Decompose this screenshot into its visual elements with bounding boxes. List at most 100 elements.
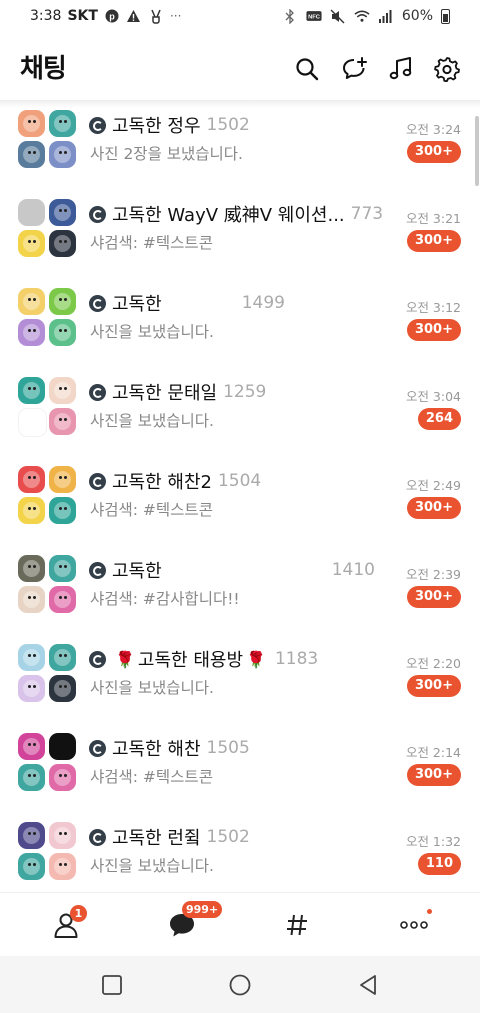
scrollbar[interactable]: [475, 116, 479, 186]
new-chat-icon[interactable]: [342, 56, 368, 82]
last-message-time: 오전 3:04: [405, 389, 461, 404]
avatar: [18, 408, 47, 437]
chat-room-item[interactable]: 고독한 1499 사진을 보냈습니다. 오전 3:12 300+: [0, 282, 480, 371]
avatar: [18, 230, 45, 257]
battery-percent: 60%: [401, 8, 433, 24]
avatar: [49, 319, 76, 346]
avatar: [18, 377, 45, 404]
chat-room-avatar-group: [18, 466, 76, 524]
chat-room-item[interactable]: 고독한 문태일 1259 사진을 보냈습니다. 오전 3:04 264: [0, 371, 480, 460]
chat-room-avatar-group: [18, 199, 76, 257]
avatar: [18, 319, 45, 346]
status-bar-left: 3:38 SKT p ···: [30, 8, 181, 24]
chat-room-item[interactable]: 고독한 해찬 1505 샤검색: #텍스트콘 오전 2:14 300+: [0, 727, 480, 816]
member-count: 1505: [206, 738, 250, 758]
back-icon[interactable]: [355, 972, 381, 998]
member-count: 1410: [331, 560, 375, 580]
app-header: 채팅: [0, 36, 480, 100]
chat-room-item[interactable]: 고독한 런쥨 1502 사진을 보냈습니다. 오전 1:32 110: [0, 816, 480, 892]
last-message-preview: 사진을 보냈습니다.: [90, 323, 214, 341]
chat-list[interactable]: 고독한 정우 1502 사진 2장을 보냈습니다. 오전 3:24 300+ 고독한 Wa…: [0, 104, 480, 892]
avatar: [49, 199, 76, 226]
status-bar-right: NFC 60%: [282, 8, 450, 24]
hashtag-icon: [287, 914, 307, 936]
search-icon[interactable]: [294, 56, 320, 82]
open-chat-icon: [89, 383, 106, 401]
chats-badge: 999+: [182, 901, 223, 918]
avatar: [18, 199, 45, 226]
recent-apps-icon[interactable]: [99, 972, 125, 998]
svg-text:p: p: [109, 12, 115, 22]
member-count: 773: [350, 204, 384, 224]
chat-room-name: 고독한: [112, 561, 162, 582]
member-count: 1504: [217, 471, 262, 491]
member-count: 1183: [274, 649, 319, 669]
music-icon[interactable]: [388, 56, 414, 82]
tab-friends[interactable]: 1: [46, 905, 87, 943]
chat-room-title-line: 고독한 WayV 威神V 웨이션... 773: [89, 201, 389, 227]
unread-count-badge: 300+: [406, 141, 461, 163]
chat-room-item[interactable]: 고독한 해찬2 1504 샤검색: #텍스트콘 오전 2:49 300+: [0, 460, 480, 549]
avatar: [49, 141, 76, 168]
more-icon: [400, 921, 428, 929]
last-message-time: 오전 3:12: [405, 300, 461, 315]
last-message-time: 오전 2:20: [405, 656, 461, 671]
tab-more[interactable]: [394, 907, 434, 943]
avatar: [49, 586, 76, 613]
last-message-time: 오전 2:39: [405, 567, 461, 582]
chat-room-name: 고독한: [112, 294, 162, 315]
chat-room-title-line: 고독한 런쥨 1502: [89, 824, 389, 850]
unread-count-badge: 110: [417, 853, 461, 875]
status-time: 3:38: [30, 8, 62, 24]
settings-icon[interactable]: [434, 56, 460, 83]
last-message-time: 오전 1:32: [405, 834, 461, 849]
unread-count-badge: 264: [417, 408, 461, 430]
tab-chats[interactable]: 999+: [162, 901, 223, 943]
avatar: [18, 555, 45, 582]
avatar: [18, 110, 45, 137]
avatar: [18, 853, 45, 880]
open-chat-icon: [89, 294, 106, 312]
chat-room-avatar-group: [18, 733, 76, 791]
unread-count-badge: 300+: [406, 675, 461, 697]
chat-room-item[interactable]: 고독한 1410 샤검색: #감사합니다!! 오전 2:39 300+: [0, 549, 480, 638]
status-carrier: SKT: [67, 8, 98, 24]
chat-room-item[interactable]: 고독한 정우 1502 사진 2장을 보냈습니다. 오전 3:24 300+: [0, 104, 480, 193]
open-chat-icon: [89, 561, 106, 579]
last-message-preview: 샤검색: #감사합니다!!: [90, 590, 240, 608]
chat-room-title-line: 고독한 해찬2 1504: [89, 468, 389, 494]
battery-icon: [441, 8, 450, 24]
last-message-preview: 사진을 보냈습니다.: [90, 679, 214, 697]
last-message-preview: 사진을 보냈습니다.: [90, 412, 214, 430]
avatar: [49, 764, 76, 791]
avatar: [18, 288, 45, 315]
chat-room-title-line: 고독한 1499: [89, 290, 389, 316]
avatar: [49, 555, 76, 582]
wifi-icon: [354, 8, 370, 24]
nfc-label: NFC: [308, 14, 320, 20]
chat-room-avatar-group: [18, 555, 76, 613]
open-chat-icon: [89, 472, 106, 490]
tab-openchat[interactable]: [277, 907, 317, 943]
avatar: [49, 377, 76, 404]
chat-room-item[interactable]: 🌹 고독한 태용방 🌹 1183 사진을 보냈습니다. 오전 2:20 300+: [0, 638, 480, 727]
bottom-nav: 1 999+: [0, 892, 480, 957]
avatar: [49, 822, 76, 849]
chat-room-item[interactable]: 고독한 WayV 威神V 웨이션... 773 샤검색: #텍스트콘 오전 3:21 3…: [0, 193, 480, 282]
status-overflow: ···: [169, 9, 182, 23]
avatar: [18, 764, 45, 791]
bluetooth-icon: [282, 8, 298, 24]
last-message-time: 오전 3:24: [405, 122, 461, 137]
last-message-preview: 사진 2장을 보냈습니다.: [90, 145, 243, 163]
avatar: [49, 733, 76, 760]
chat-room-name: 고독한 해찬2: [112, 472, 212, 493]
open-chat-icon: [89, 650, 106, 668]
chat-room-avatar-group: [18, 377, 76, 437]
chat-room-name: 고독한 런쥨: [112, 828, 201, 849]
avatar: [18, 675, 45, 702]
page-title: 채팅: [20, 54, 67, 84]
member-count: 1502: [206, 115, 250, 135]
member-count: 1259: [223, 382, 267, 402]
home-icon[interactable]: [227, 972, 253, 998]
chat-room-name: 고독한 해찬: [112, 739, 201, 760]
